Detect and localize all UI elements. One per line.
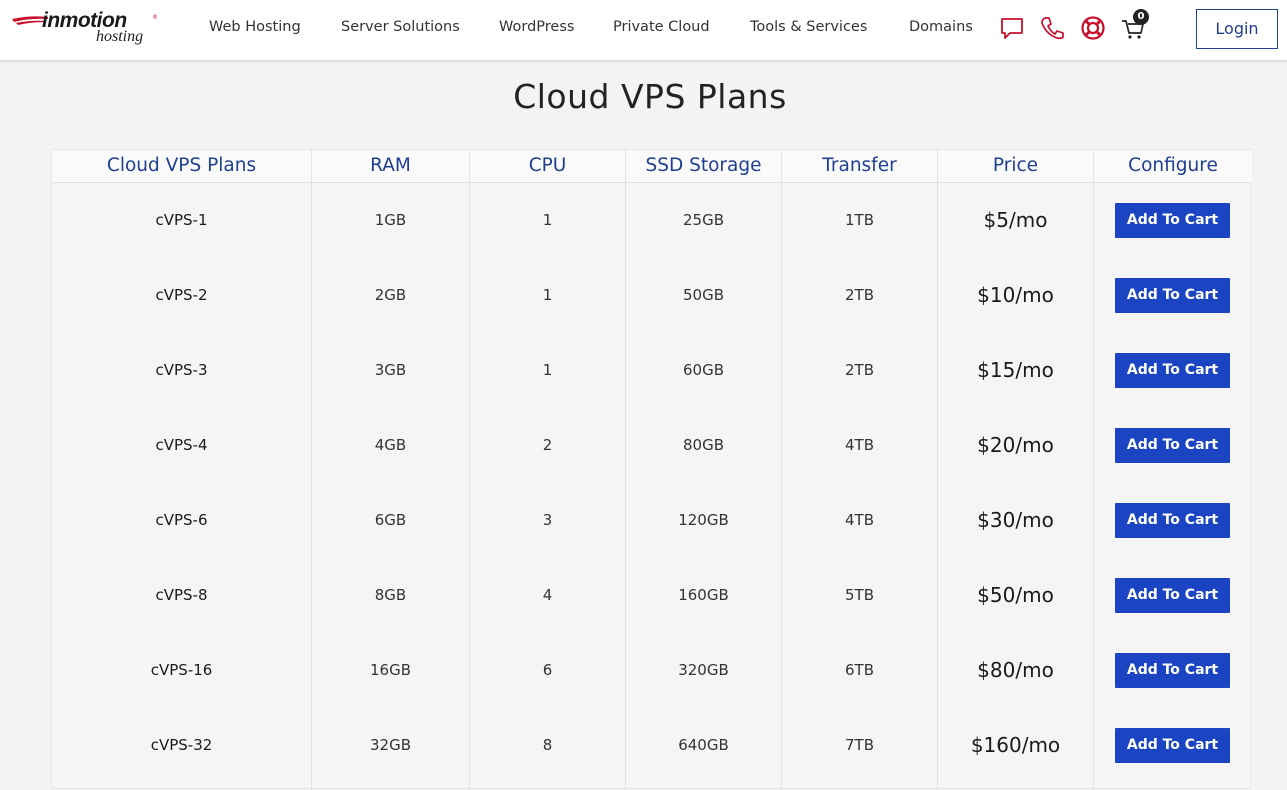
plan-name: cVPS-2 [155,286,208,304]
transfer-value: 4TB [845,511,874,529]
storage-value: 60GB [682,361,724,379]
storage-value: 120GB [678,511,729,529]
nav-wordpress[interactable]: WordPress [499,19,574,35]
cpu-value: 2 [542,436,553,454]
nav-tools-services[interactable]: Tools & Services [750,19,867,35]
header-cpu: CPU [528,155,567,176]
header-price: Price [992,155,1039,176]
add-to-cart-button[interactable]: Add To Cart [1115,278,1230,313]
add-to-cart-button[interactable]: Add To Cart [1115,353,1230,388]
storage-value: 80GB [682,436,724,454]
ram-value: 32GB [369,736,411,754]
transfer-value: 4TB [845,436,874,454]
ram-value: 2GB [374,286,407,304]
nav-domains[interactable]: Domains [909,19,973,35]
header-transfer: Transfer [822,155,897,176]
header-ssd-storage: SSD Storage [645,155,762,176]
storage-value: 640GB [678,736,729,754]
top-navigation-bar: inmotion ® hosting Web Hosting Server So… [0,0,1287,60]
price-value: $15/mo [977,358,1054,382]
add-to-cart-button[interactable]: Add To Cart [1115,728,1230,763]
header-configure: Configure [1128,155,1218,176]
registered-mark: ® [152,14,158,21]
table-row: cVPS-16 16GB 6 320GB 6TB $80/mo Add To C… [52,633,1252,708]
plan-name: cVPS-6 [155,511,208,529]
cpu-value: 6 [542,661,553,679]
cart-count-badge: 0 [1133,9,1149,25]
header-plan: Cloud VPS Plans [106,155,257,176]
table-row: cVPS-2 2GB 1 50GB 2TB $10/mo Add To Cart [52,258,1252,333]
add-to-cart-button[interactable]: Add To Cart [1115,578,1230,613]
transfer-value: 7TB [845,736,874,754]
phone-icon[interactable] [1039,15,1065,41]
plan-name: cVPS-8 [155,586,208,604]
add-to-cart-button[interactable]: Add To Cart [1115,653,1230,688]
price-value: $30/mo [977,508,1054,532]
nav-private-cloud[interactable]: Private Cloud [613,19,710,35]
table-row: cVPS-3 3GB 1 60GB 2TB $15/mo Add To Cart [52,333,1252,408]
storage-value: 25GB [682,211,724,229]
vps-plans-table: Cloud VPS Plans RAM CPU SSD Storage Tran… [51,149,1252,790]
table-row: cVPS-6 6GB 3 120GB 4TB $30/mo Add To Car… [52,483,1252,558]
ram-value: 1GB [374,211,407,229]
storage-value: 50GB [682,286,724,304]
plan-name: cVPS-4 [155,436,208,454]
table-row: cVPS-32 32GB 8 640GB 7TB $160/mo Add To … [52,708,1252,783]
page-title: Cloud VPS Plans [513,77,787,116]
inmotion-hosting-logo[interactable]: inmotion ® hosting [12,8,162,50]
cpu-value: 1 [542,361,553,379]
plan-name: cVPS-1 [155,211,208,229]
price-value: $50/mo [977,583,1054,607]
price-value: $160/mo [970,733,1061,757]
plan-name: cVPS-16 [150,661,213,679]
cpu-value: 1 [542,211,553,229]
price-value: $5/mo [983,208,1048,232]
chat-icon[interactable] [999,15,1025,41]
ram-value: 3GB [374,361,407,379]
ram-value: 16GB [369,661,411,679]
transfer-value: 5TB [845,586,874,604]
transfer-value: 6TB [845,661,874,679]
logo-subtitle: hosting [96,28,144,45]
storage-value: 160GB [678,586,729,604]
cpu-value: 3 [542,511,553,529]
plan-name: cVPS-32 [150,736,213,754]
nav-server-solutions[interactable]: Server Solutions [341,19,460,35]
transfer-value: 2TB [845,286,874,304]
add-to-cart-button[interactable]: Add To Cart [1115,203,1230,238]
storage-value: 320GB [678,661,729,679]
nav-web-hosting[interactable]: Web Hosting [209,19,301,35]
add-to-cart-button[interactable]: Add To Cart [1115,503,1230,538]
price-value: $10/mo [977,283,1054,307]
price-value: $80/mo [977,658,1054,682]
table-row: cVPS-4 4GB 2 80GB 4TB $20/mo Add To Cart [52,408,1252,483]
transfer-value: 1TB [845,211,874,229]
cpu-value: 1 [542,286,553,304]
ram-value: 6GB [374,511,407,529]
cpu-value: 8 [542,736,553,754]
support-lifebuoy-icon[interactable] [1080,15,1106,41]
table-row: cVPS-8 8GB 4 160GB 5TB $50/mo Add To Car… [52,558,1252,633]
add-to-cart-button[interactable]: Add To Cart [1115,428,1230,463]
cpu-value: 4 [542,586,553,604]
plan-name: cVPS-3 [155,361,208,379]
ram-value: 4GB [374,436,407,454]
table-row: cVPS-1 1GB 1 25GB 1TB $5/mo Add To Cart [52,183,1252,258]
transfer-value: 2TB [845,361,874,379]
login-button[interactable]: Login [1196,9,1278,49]
header-ram: RAM [370,155,411,176]
price-value: $20/mo [977,433,1054,457]
ram-value: 8GB [374,586,407,604]
